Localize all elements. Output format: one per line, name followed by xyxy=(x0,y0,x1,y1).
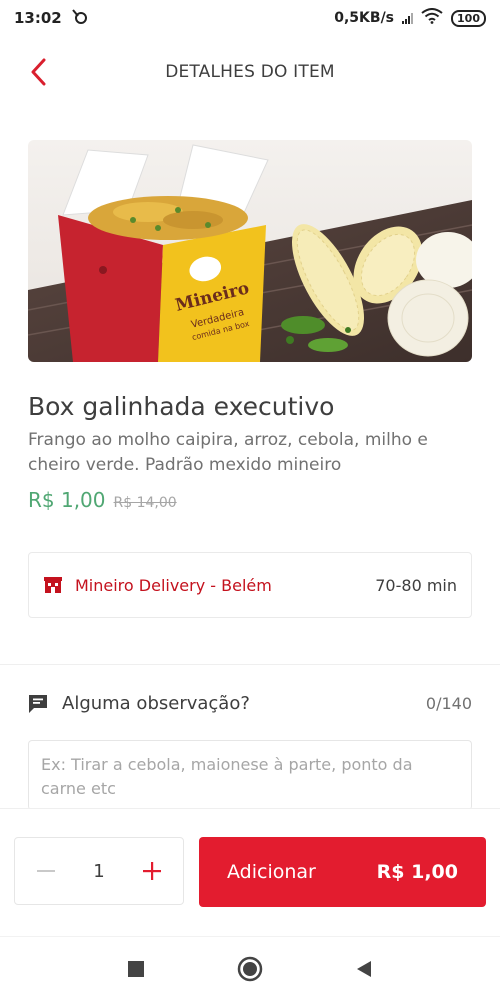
add-button-label: Adicionar xyxy=(227,861,316,883)
observation-input[interactable] xyxy=(41,753,459,809)
chevron-left-icon xyxy=(31,58,46,86)
status-bar: 13:02 0,5KB/s 100 xyxy=(0,0,500,36)
increase-button[interactable] xyxy=(139,858,165,884)
price-row: R$ 1,00 R$ 14,00 xyxy=(28,488,177,512)
decrease-button[interactable] xyxy=(33,858,59,884)
status-time: 13:02 xyxy=(14,9,62,27)
delivery-time: 70-80 min xyxy=(375,575,457,595)
section-divider xyxy=(0,664,500,665)
observation-header: Alguma observação? 0/140 xyxy=(28,693,472,714)
store-icon xyxy=(44,577,62,593)
battery-icon: 100 xyxy=(451,9,486,27)
header: DETALHES DO ITEM xyxy=(0,46,500,98)
network-speed: 0,5KB/s xyxy=(334,10,395,26)
observation-box xyxy=(28,740,472,810)
system-nav-bar xyxy=(0,936,500,1000)
item-price: R$ 1,00 xyxy=(28,488,106,512)
status-left: 13:02 xyxy=(14,8,88,28)
observation-char-count: 0/140 xyxy=(425,694,472,713)
add-to-cart-button[interactable]: Adicionar R$ 1,00 xyxy=(199,837,486,907)
quantity-value: 1 xyxy=(93,860,105,882)
square-icon xyxy=(128,960,144,977)
home-button[interactable] xyxy=(236,955,264,983)
store-name: Mineiro Delivery - Belém xyxy=(75,575,272,595)
item-old-price: R$ 14,00 xyxy=(113,495,177,511)
item-image: Mineiro Verdadeira comida na box xyxy=(28,140,472,362)
item-name: Box galinhada executivo xyxy=(28,392,335,421)
item-description: Frango ao molho caipira, arroz, cebola, … xyxy=(28,430,428,475)
signal-icon xyxy=(402,12,414,24)
store-card[interactable]: Mineiro Delivery - Belém 70-80 min xyxy=(28,552,472,618)
plus-icon xyxy=(142,862,161,880)
observation-title: Alguma observação? xyxy=(62,693,250,714)
recents-button[interactable] xyxy=(122,955,150,983)
add-button-price: R$ 1,00 xyxy=(376,861,458,883)
back-nav-button[interactable] xyxy=(350,955,378,983)
page-title: DETALHES DO ITEM xyxy=(165,62,335,82)
minus-icon xyxy=(37,870,55,872)
triangle-left-icon xyxy=(357,960,371,977)
circle-icon xyxy=(237,956,263,981)
wifi-icon xyxy=(421,8,443,28)
quantity-stepper: 1 xyxy=(14,837,184,905)
status-right: 0,5KB/s 100 xyxy=(334,8,486,28)
back-button[interactable] xyxy=(22,56,54,88)
notification-icon xyxy=(70,8,88,28)
comment-icon xyxy=(29,694,47,713)
bottom-bar: 1 Adicionar R$ 1,00 xyxy=(0,808,500,936)
